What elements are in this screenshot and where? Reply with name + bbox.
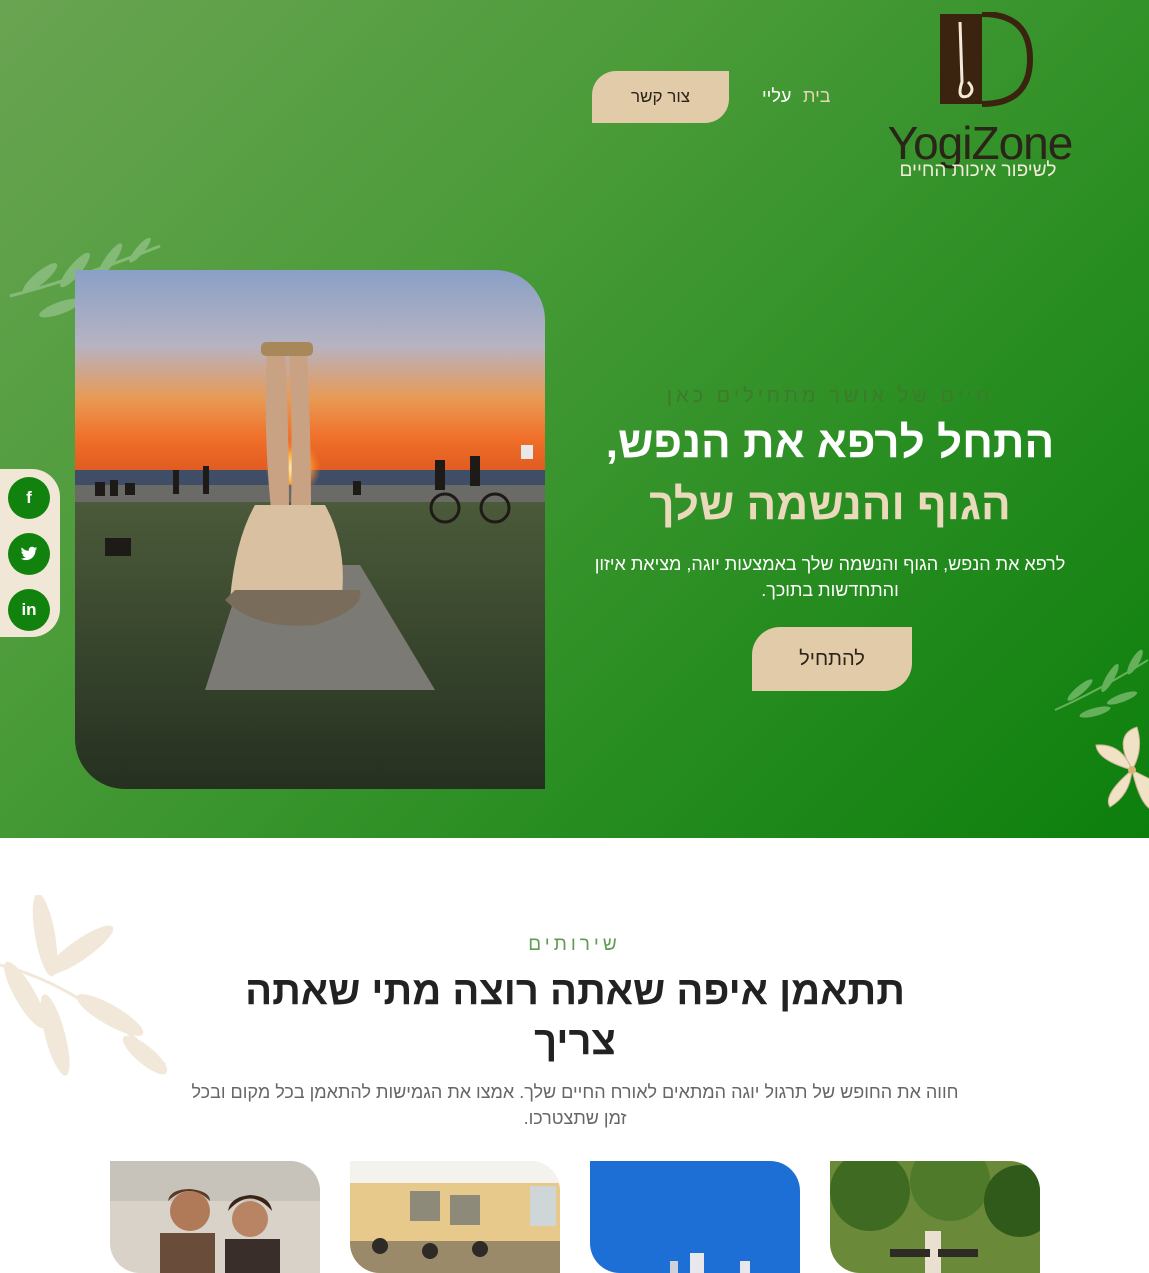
services-eyebrow: שירותים xyxy=(528,934,621,955)
hero-section: YogiZone לשיפור איכות החיים בית עליי צור… xyxy=(0,0,1149,838)
flower-decoration-icon xyxy=(1095,726,1149,809)
contact-button[interactable]: צור קשר xyxy=(592,71,729,123)
hero-description: לרפא את הנפש, הגוף והנשמה שלך באמצעות יו… xyxy=(594,554,1066,600)
service-card-image[interactable] xyxy=(350,1161,560,1273)
service-photo-4 xyxy=(830,1161,1040,1273)
service-photo-3 xyxy=(590,1161,800,1273)
nav-about-link[interactable]: עליי xyxy=(762,86,791,107)
service-photo-2 xyxy=(350,1161,560,1273)
hero-title-line2: הגוף והנשמה שלך xyxy=(649,480,1011,529)
service-card-image[interactable] xyxy=(110,1161,320,1273)
brand-tagline: לשיפור איכות החיים xyxy=(899,160,1057,181)
facebook-icon[interactable]: f xyxy=(8,477,50,519)
linkedin-icon[interactable]: in xyxy=(8,589,50,631)
olive-branch-decoration-icon xyxy=(0,895,168,1076)
twitter-icon[interactable] xyxy=(8,533,50,575)
nav-home-link[interactable]: בית xyxy=(803,86,831,107)
leaf-decoration-icon xyxy=(1054,649,1149,718)
social-sidebar: f in xyxy=(0,469,60,637)
hero-title-line1: התחל לרפא את הנפש, xyxy=(605,418,1055,467)
services-description: חווה את החופש של תרגול יוגה המתאים לאורח… xyxy=(191,1082,959,1128)
hero-image xyxy=(75,270,545,789)
hero-eyebrow: חיים של אושר מתחילים כאן xyxy=(666,385,994,407)
services-title: תתאמן איפה שאתה רוצה מתי שאתה צריך xyxy=(245,969,905,1063)
service-card-image[interactable] xyxy=(830,1161,1040,1273)
yoga-sunset-photo xyxy=(75,270,545,789)
twitter-bird-icon xyxy=(20,546,38,561)
service-card-image[interactable] xyxy=(590,1161,800,1273)
site-logo[interactable]: YogiZone לשיפור איכות החיים xyxy=(880,12,1080,184)
start-button[interactable]: להתחיל xyxy=(752,627,912,691)
logo-mark-icon xyxy=(940,12,1034,107)
service-photo-1 xyxy=(110,1161,320,1273)
